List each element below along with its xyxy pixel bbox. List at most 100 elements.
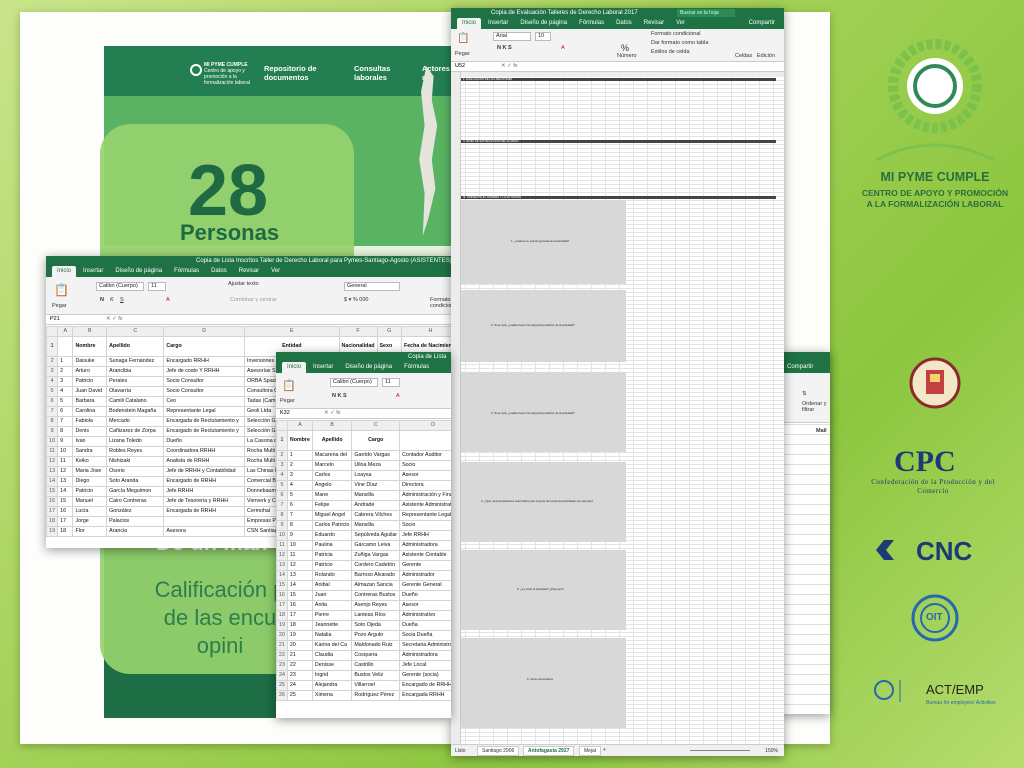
table-cell[interactable]: Jefe de costo Y RRHH — [163, 366, 246, 377]
win2-tab-insertar[interactable]: Insertar — [308, 362, 338, 373]
table-row[interactable]: 2423IngridBustos VelizGerente (socia)Pel… — [276, 670, 451, 681]
col-header[interactable]: E — [244, 326, 340, 337]
win2-font-name[interactable]: Calibri (Cuerpo) — [330, 378, 378, 387]
table-cell[interactable]: Dueño — [163, 436, 246, 447]
win1-font-name[interactable]: Calibri (Cuerpo) — [96, 282, 144, 291]
win3-tab-datos[interactable]: Datos — [611, 18, 637, 29]
table-row[interactable]: 2 1 Macarena del Garrido Vargas Contador Aud… — [276, 450, 451, 461]
table-cell[interactable]: Mansilla — [351, 520, 401, 531]
table-row[interactable]: 21 20 Karina del Ca Maldonado Ruiz Secretari… — [276, 640, 451, 651]
table-cell[interactable]: 8 — [57, 426, 74, 437]
table-cell[interactable]: Mane — [311, 490, 353, 501]
header-cell[interactable]: Apellido — [106, 336, 165, 357]
table-cell[interactable]: 16 — [286, 600, 313, 611]
win2-paste-label[interactable]: Pegar — [280, 398, 295, 404]
table-cell[interactable]: Loaysa — [351, 470, 401, 481]
table-cell[interactable]: 20 — [286, 640, 313, 651]
table-cell[interactable]: Angelo — [311, 480, 353, 491]
table-row[interactable]: 1918JeannetteSoto OjedaDueñaRedac — [276, 620, 451, 631]
table-cell[interactable]: 5 — [57, 396, 74, 407]
table-cell[interactable]: Administración y Finanzas — [399, 490, 451, 501]
win3-tab-ver[interactable]: Ver — [671, 18, 690, 29]
header-cell[interactable]: Cargo — [163, 336, 246, 357]
table-cell[interactable]: Gerente — [399, 560, 451, 571]
table-cell[interactable]: 17 — [286, 610, 313, 621]
win3-tab-revisar[interactable]: Revisar — [639, 18, 669, 29]
table-cell[interactable]: Olavarría — [106, 386, 165, 397]
table-cell[interactable]: Juan — [311, 590, 353, 601]
win1-tab-inicio[interactable]: Inicio — [52, 266, 77, 277]
table-cell[interactable]: Castrillo — [351, 660, 401, 671]
table-cell[interactable]: Keiko — [72, 456, 108, 467]
table-cell[interactable]: Zuñiga Vargas — [351, 550, 401, 561]
row-number[interactable]: 12 — [276, 550, 288, 561]
row-number[interactable]: 3 — [46, 366, 59, 377]
table-cell[interactable]: 22 — [286, 660, 313, 671]
table-cell[interactable]: Jefe de RRHH y Contabilidad — [163, 466, 246, 477]
table-cell[interactable]: 24 — [286, 680, 313, 691]
table-cell[interactable]: Patricio — [72, 376, 108, 387]
table-cell[interactable]: Karina del Ca — [311, 640, 353, 651]
table-cell[interactable]: Maldonado Ruiz — [351, 640, 401, 651]
col-header[interactable]: D — [399, 420, 451, 431]
table-cell[interactable]: 6 — [57, 406, 74, 417]
table-cell[interactable]: Jefe Local — [399, 660, 451, 671]
row-number[interactable]: 25 — [276, 680, 288, 691]
win3-cells-label[interactable]: Celdas — [735, 53, 752, 59]
table-cell[interactable]: Jeannette — [311, 620, 353, 631]
table-cell[interactable]: Manuel — [72, 496, 108, 507]
table-cell[interactable]: Dueño — [399, 590, 451, 601]
row-number[interactable]: 4 — [46, 376, 59, 387]
table-cell[interactable]: Natalia — [311, 630, 353, 641]
table-cell[interactable]: Mercado — [106, 416, 165, 427]
table-cell[interactable]: Anita — [311, 600, 353, 611]
win3-cell-styles[interactable]: Estilos de celda — [651, 49, 690, 55]
table-cell[interactable]: Patricio — [311, 560, 353, 571]
table-cell[interactable]: 23 — [286, 670, 313, 681]
table-cell[interactable]: Vine Díaz — [351, 480, 401, 491]
table-cell[interactable]: Directora — [399, 480, 451, 491]
table-cell[interactable]: Barbara — [72, 396, 108, 407]
table-cell[interactable]: Socia Dueña — [399, 630, 451, 641]
table-cell[interactable]: Camili Catalano — [106, 396, 165, 407]
win3-font-name[interactable]: Arial — [493, 32, 531, 41]
row-number[interactable]: 17 — [46, 506, 59, 517]
row-number[interactable]: 9 — [46, 426, 59, 437]
win2-paste-icon[interactable]: 📋 — [282, 379, 296, 392]
table-cell[interactable]: 10 — [57, 446, 74, 457]
table-row[interactable]: 65ManeMansillaAdministración y FinanzasE… — [276, 490, 451, 501]
table-cell[interactable]: Contreras Bustos — [351, 590, 401, 601]
row-number[interactable]: 21 — [276, 640, 288, 651]
table-cell[interactable]: Anibal — [311, 580, 353, 591]
table-cell[interactable]: Cordero Cadetón — [351, 560, 401, 571]
table-cell[interactable]: Ceo — [163, 396, 246, 407]
row-number[interactable]: 13 — [46, 466, 59, 477]
table-cell[interactable]: Encargado de RRHH — [399, 680, 451, 691]
table-cell[interactable]: Soto Aranda — [106, 476, 165, 487]
table-row[interactable]: 1716AnitaAsenjo ReyesAsesorLinares — [276, 600, 451, 611]
table-cell[interactable]: Jorge — [72, 516, 108, 527]
header-cell[interactable]: Nombre — [72, 336, 108, 357]
table-cell[interactable]: Administrador — [399, 570, 451, 581]
col-header[interactable]: B — [72, 326, 108, 337]
table-cell[interactable]: González — [106, 506, 165, 517]
table-cell[interactable]: Carolina — [72, 406, 108, 417]
table-cell[interactable] — [163, 516, 246, 527]
win3-tab-diseno[interactable]: Diseño de página — [515, 18, 572, 29]
table-cell[interactable]: Gerente General — [399, 580, 451, 591]
win3-tab-inicio[interactable]: Inicio — [457, 18, 482, 29]
table-row[interactable]: 1514AnibalAlmazan SanciaGerente GeneralA… — [276, 580, 451, 591]
win1-tab-insertar[interactable]: Insertar — [78, 266, 108, 277]
header-cell[interactable] — [399, 430, 451, 451]
table-row[interactable]: 54AngeloVine DíazDirectoraCentro — [276, 480, 451, 491]
table-cell[interactable]: 13 — [286, 570, 313, 581]
table-cell[interactable]: Socio — [399, 520, 451, 531]
table-cell[interactable]: 11 — [286, 550, 313, 561]
table-cell[interactable]: 19 — [286, 630, 313, 641]
table-cell[interactable]: Barroso Alvarado — [351, 570, 401, 581]
row-number[interactable]: 4 — [276, 470, 288, 481]
table-cell[interactable]: 21 — [286, 650, 313, 661]
table-cell[interactable]: Jefe RRHH — [163, 486, 246, 497]
table-cell[interactable]: 9 — [286, 530, 313, 541]
table-cell[interactable]: Andrade — [351, 500, 401, 511]
